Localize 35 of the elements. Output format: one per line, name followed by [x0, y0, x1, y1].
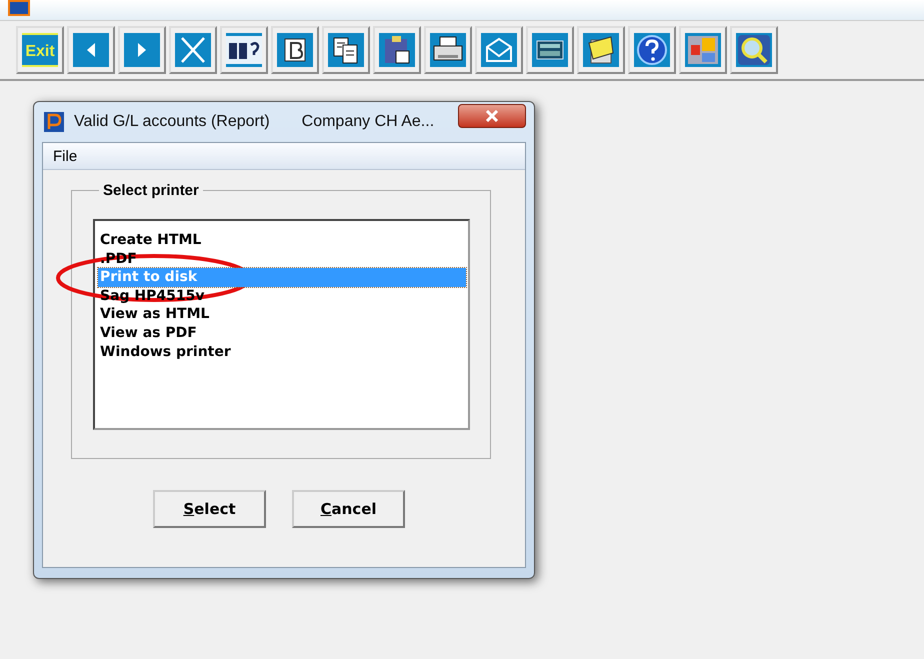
- tiles-icon: [685, 33, 721, 67]
- company-name: Company CH Ae...: [302, 113, 434, 131]
- printer-item[interactable]: View as PDF: [98, 324, 466, 343]
- envelope-icon: [481, 33, 517, 67]
- toolbar-button[interactable]: [373, 26, 421, 74]
- toolbar-button[interactable]: [526, 26, 574, 74]
- toolbar-button[interactable]: [424, 26, 472, 74]
- toolbar-button[interactable]: [271, 26, 319, 74]
- printer-item[interactable]: Windows printer: [98, 342, 466, 362]
- printer-item[interactable]: View as HTML: [98, 305, 466, 324]
- clipboard-icon: [379, 33, 415, 67]
- app-icon: [8, 0, 30, 16]
- cancel-button[interactable]: Cancel: [292, 490, 405, 528]
- left-icon: [73, 33, 109, 67]
- app-logo-icon: [44, 112, 64, 132]
- calculator-icon: [532, 33, 568, 67]
- toolbar-button[interactable]: [577, 26, 625, 74]
- help-icon: [634, 33, 670, 67]
- close-icon: [485, 110, 499, 122]
- window-title: Valid G/L accounts (Report): [74, 113, 270, 131]
- help-button[interactable]: [628, 26, 676, 74]
- select-button[interactable]: Select: [153, 490, 266, 528]
- notepad-icon: [583, 33, 619, 67]
- cross-icon: [175, 33, 211, 67]
- close-button[interactable]: [458, 104, 526, 128]
- copy-icon: [328, 33, 364, 67]
- toolbar-button[interactable]: [322, 26, 370, 74]
- magnifier-icon: [736, 33, 772, 67]
- right-icon: [124, 33, 160, 67]
- group-label: Select printer: [102, 182, 200, 199]
- menu-item[interactable]: File: [47, 148, 84, 164]
- toolbar-button[interactable]: [220, 26, 268, 74]
- bold-icon: [277, 33, 313, 67]
- printer-item[interactable]: Create HTML: [98, 231, 466, 250]
- printer-icon: [430, 33, 466, 67]
